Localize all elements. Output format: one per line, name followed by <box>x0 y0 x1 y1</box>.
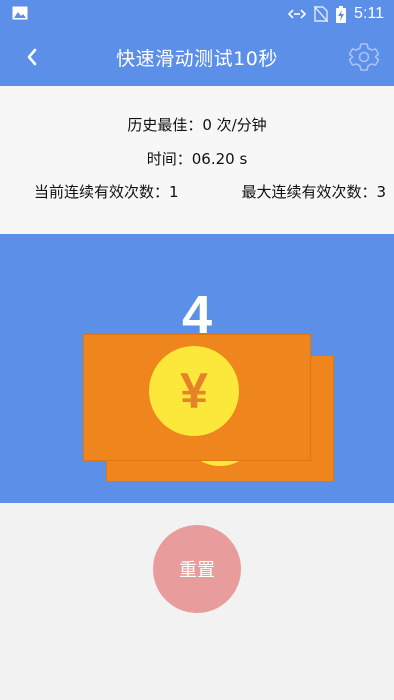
data-transfer-icon <box>288 9 307 19</box>
max-streak: 最大连续有效次数：3 <box>241 183 386 201</box>
current-streak: 当前连续有效次数：1 <box>34 183 179 201</box>
settings-gear-icon[interactable] <box>348 41 380 73</box>
app-bar: 快速滑动测试10秒 <box>0 28 394 86</box>
yen-symbol: ¥ <box>180 363 208 419</box>
page-title: 快速滑动测试10秒 <box>116 48 278 70</box>
stats-panel: 历史最佳：0 次/分钟 时间：06.20 s 当前连续有效次数：1 最大连续有效… <box>0 86 394 234</box>
elapsed-time: 时间：06.20 s <box>146 150 248 168</box>
no-sim-icon <box>314 6 329 22</box>
coin-yen-icon: ¥ <box>149 346 239 436</box>
best-score: 历史最佳：0 次/分钟 <box>127 116 267 134</box>
battery-charging-icon <box>336 5 347 23</box>
status-bar: 5:11 <box>0 0 394 28</box>
bottom-area: 重置 <box>0 503 394 700</box>
reset-button[interactable]: 重置 <box>153 525 241 613</box>
gallery-notification-icon <box>12 6 28 20</box>
status-time: 5:11 <box>354 5 384 22</box>
swipe-play-area[interactable]: 4 ¥ <box>0 234 394 503</box>
